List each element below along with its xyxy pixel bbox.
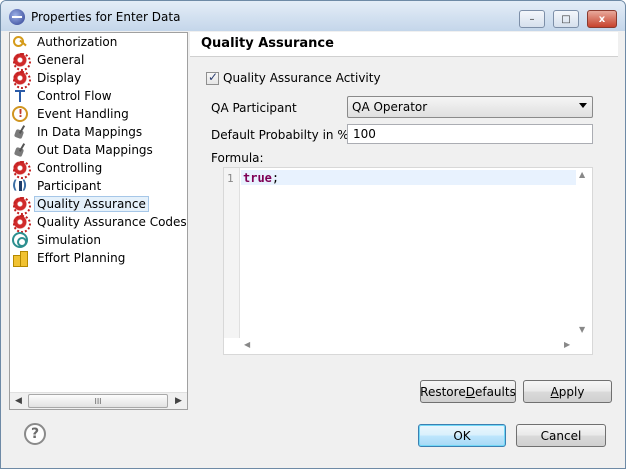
scroll-thumb[interactable]: III — [28, 394, 168, 408]
apply-label-post: pply — [558, 384, 585, 399]
qa-participant-select[interactable]: QA Operator — [347, 96, 593, 118]
tree-item-label: In Data Mappings — [37, 125, 143, 139]
tree-item-label: Controlling — [37, 161, 103, 175]
qa-activity-label: Quality Assurance Activity — [223, 71, 381, 85]
tree-item-label: Simulation — [37, 233, 101, 247]
scroll-left-icon[interactable]: ◀ — [10, 393, 27, 409]
restore-defaults-label-pre: Restore — [420, 384, 466, 399]
tree-item-event-handling[interactable]: Event Handling — [12, 105, 132, 123]
code-semicolon: ; — [271, 171, 280, 185]
restore-defaults-mnemonic: D — [465, 384, 475, 399]
code-keyword: true — [243, 171, 272, 185]
tree-item-label: Effort Planning — [37, 251, 126, 265]
scroll-up-icon[interactable]: ▲ — [579, 170, 585, 179]
key-icon — [12, 34, 28, 50]
scroll-left-icon[interactable]: ◀ — [244, 340, 250, 349]
gear-icon — [12, 52, 31, 71]
maximize-button[interactable]: □ — [553, 10, 579, 28]
property-page: Quality Assurance Quality Assurance Acti… — [190, 32, 618, 410]
tree-item-in-data-mappings[interactable]: In Data Mappings — [12, 123, 145, 141]
page-header: Quality Assurance — [190, 32, 618, 57]
effort-icon — [12, 250, 28, 267]
qa-participant-label: QA Participant — [211, 101, 297, 115]
tree-item-control-flow[interactable]: Control Flow — [12, 87, 115, 105]
current-line-highlight — [241, 170, 577, 185]
gear-icon — [12, 70, 31, 89]
tree-item-label: Quality Assurance Codes — [37, 215, 187, 229]
tree-item-controlling[interactable]: Controlling — [12, 159, 105, 179]
tree-item-display[interactable]: Display — [12, 69, 84, 89]
qa-participant-value: QA Operator — [352, 100, 428, 114]
tree-item-simulation[interactable]: Simulation — [12, 231, 104, 249]
cancel-button[interactable]: Cancel — [516, 424, 606, 447]
mapping-icon — [12, 142, 28, 158]
tree-item-label: Control Flow — [37, 89, 112, 103]
spiral-icon — [12, 232, 28, 248]
tree-item-general[interactable]: General — [12, 51, 87, 71]
flow-icon — [12, 88, 28, 104]
formula-editor[interactable]: 1 true; ▲ ▼ ◀ ▶ — [223, 167, 593, 355]
tree-item-authorization[interactable]: Authorization — [12, 33, 120, 51]
dialog-button-bar: ? OK Cancel — [8, 412, 618, 463]
probability-label: Default Probabilty in % — [211, 128, 349, 142]
tree-horizontal-scrollbar[interactable]: ◀ III ▶ — [10, 392, 187, 409]
tree-item-quality-assurance[interactable]: Quality Assurance — [12, 195, 149, 215]
tree-item-out-data-mappings[interactable]: Out Data Mappings — [12, 141, 156, 159]
tree-item-label: Participant — [37, 179, 102, 193]
restore-defaults-label-post: efaults — [474, 384, 516, 399]
tree-item-label: Event Handling — [37, 107, 129, 121]
scroll-down-icon[interactable]: ▼ — [579, 325, 585, 334]
apply-mnemonic: A — [550, 384, 559, 399]
tree-item-effort-planning[interactable]: Effort Planning — [12, 249, 128, 267]
minimize-button[interactable]: – — [519, 10, 545, 28]
properties-dialog: Properties for Enter Data – □ x Authoriz… — [0, 0, 626, 469]
title-bar[interactable]: Properties for Enter Data – □ x — [1, 1, 625, 31]
line-number-gutter: 1 — [224, 168, 240, 340]
tree-item-label: General — [37, 53, 85, 67]
mapping-icon — [12, 124, 28, 140]
tree-item-label: Quality Assurance — [34, 196, 149, 212]
close-button[interactable]: x — [587, 10, 617, 28]
help-icon[interactable]: ? — [24, 423, 46, 445]
scroll-right-icon[interactable]: ▶ — [564, 340, 570, 349]
alert-icon — [12, 106, 28, 122]
property-page-tree: Authorization General Display Control Fl… — [9, 32, 188, 410]
dialog-client: Authorization General Display Control Fl… — [8, 31, 618, 463]
gear-icon — [12, 214, 31, 233]
window-title: Properties for Enter Data — [31, 10, 181, 24]
eclipse-icon — [9, 9, 25, 25]
gear-icon — [12, 196, 31, 215]
dropdown-arrow-icon — [579, 103, 587, 108]
qa-activity-row[interactable]: Quality Assurance Activity — [206, 70, 381, 85]
editor-horizontal-scrollbar[interactable]: ◀ ▶ — [224, 338, 578, 354]
gear-icon — [12, 160, 31, 179]
tree-item-participant[interactable]: Participant — [12, 177, 104, 195]
tree-item-label: Out Data Mappings — [37, 143, 153, 157]
line-number: 1 — [227, 172, 234, 185]
restore-defaults-button[interactable]: Restore Defaults — [420, 380, 516, 403]
ok-button[interactable]: OK — [418, 424, 506, 447]
editor-vertical-scrollbar[interactable]: ▲ ▼ — [576, 168, 592, 340]
tree-item-quality-assurance-codes[interactable]: Quality Assurance Codes — [12, 213, 190, 233]
qa-activity-checkbox[interactable] — [206, 70, 219, 85]
apply-button[interactable]: Apply — [523, 380, 612, 403]
tree-item-label: Display — [37, 71, 82, 85]
participant-icon — [12, 178, 28, 194]
probability-input[interactable]: 100 — [347, 124, 593, 144]
scroll-right-icon[interactable]: ▶ — [170, 393, 187, 409]
tree-item-label: Authorization — [37, 35, 118, 49]
formula-code[interactable]: true; — [243, 171, 279, 185]
page-title: Quality Assurance — [201, 36, 334, 51]
formula-label: Formula: — [211, 151, 264, 165]
